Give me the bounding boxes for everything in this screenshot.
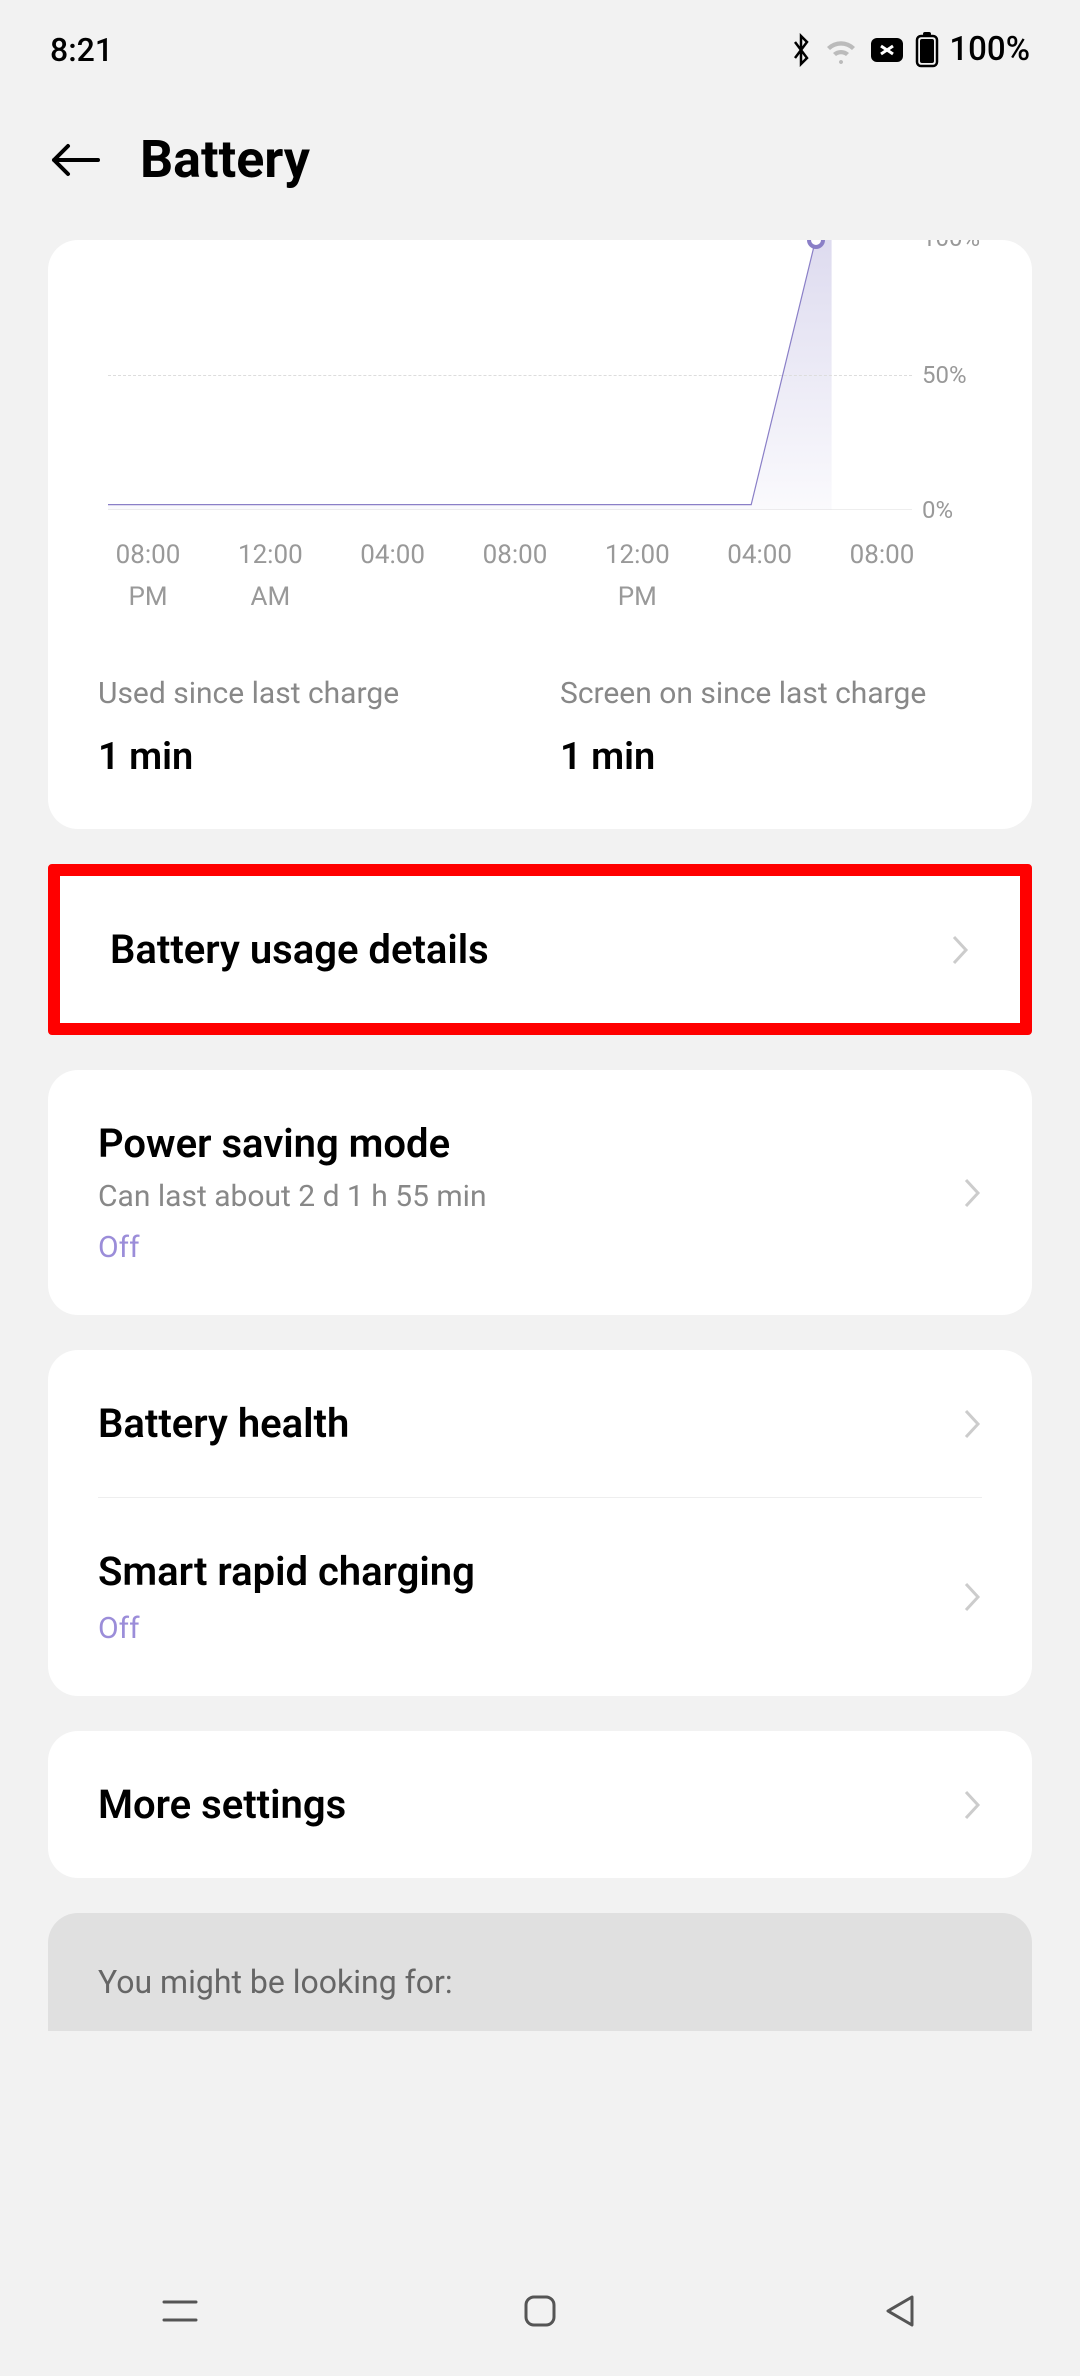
highlighted-item: Battery usage details	[48, 864, 1032, 1035]
chevron-right-icon	[962, 1407, 982, 1441]
screen-on-label: Screen on since last charge	[560, 673, 982, 715]
item-status: Off	[98, 1230, 487, 1265]
suggestion-card: You might be looking for:	[48, 1913, 1032, 2031]
screen-on-value: 1 min	[560, 735, 982, 779]
item-title: More settings	[98, 1781, 346, 1828]
status-bar: 8:21 100%	[0, 0, 1080, 89]
item-title: Battery usage details	[110, 926, 489, 973]
more-settings-item[interactable]: More settings	[48, 1731, 1032, 1878]
item-status: Off	[98, 1611, 475, 1646]
usage-stats: Used since last charge 1 min Screen on s…	[98, 673, 982, 779]
x-tick: 04:00	[720, 535, 800, 618]
chart-x-axis: 08:00PM 12:00AM 04:00 08:00 12:00PM 04:0…	[108, 535, 922, 618]
chevron-right-icon	[962, 1176, 982, 1210]
battery-percent: 100%	[949, 30, 1030, 69]
chevron-right-icon	[962, 1580, 982, 1614]
smart-rapid-charging-item[interactable]: Smart rapid charging Off	[48, 1498, 1032, 1696]
y-tick-0: 0%	[922, 496, 982, 524]
x-tick: 08:00	[475, 535, 555, 618]
status-right: 100%	[789, 30, 1030, 69]
x-tick: 08:00	[842, 535, 922, 618]
chevron-right-icon	[950, 933, 970, 967]
battery-health-item[interactable]: Battery health	[48, 1350, 1032, 1497]
battery-usage-details-item[interactable]: Battery usage details	[60, 876, 1020, 1023]
suggestion-title: You might be looking for:	[98, 1963, 453, 2001]
chevron-right-icon	[962, 1788, 982, 1822]
battery-icon	[915, 32, 939, 68]
chart-endpoint-marker	[807, 240, 825, 249]
used-since-value: 1 min	[98, 735, 520, 779]
back-button[interactable]	[878, 2289, 922, 2333]
y-tick-100: 100%	[922, 240, 982, 252]
power-saving-mode-item[interactable]: Power saving mode Can last about 2 d 1 h…	[48, 1070, 1032, 1315]
x-tick: 12:00PM	[597, 535, 677, 618]
battery-chart: 100% 50% 0%	[108, 240, 912, 510]
home-button[interactable]	[518, 2289, 562, 2333]
indicator-icon	[869, 36, 905, 64]
item-title: Smart rapid charging	[98, 1548, 475, 1595]
x-tick: 08:00PM	[108, 535, 188, 618]
x-tick: 04:00	[353, 535, 433, 618]
used-since-label: Used since last charge	[98, 673, 520, 715]
item-title: Battery health	[98, 1400, 349, 1447]
navigation-bar	[0, 2246, 1080, 2376]
recent-apps-button[interactable]	[158, 2289, 202, 2333]
item-title: Power saving mode	[98, 1120, 487, 1167]
header: Battery	[0, 89, 1080, 240]
status-time: 8:21	[50, 31, 113, 69]
x-tick: 12:00AM	[230, 535, 310, 618]
y-tick-50: 50%	[922, 361, 982, 389]
page-title: Battery	[140, 129, 310, 190]
wifi-icon	[823, 36, 859, 64]
item-subtitle: Can last about 2 d 1 h 55 min	[98, 1179, 487, 1214]
bluetooth-icon	[789, 33, 813, 67]
back-icon[interactable]	[50, 140, 100, 180]
chart-card: 100% 50% 0% 08:00PM 12:00AM 04:00	[48, 240, 1032, 829]
